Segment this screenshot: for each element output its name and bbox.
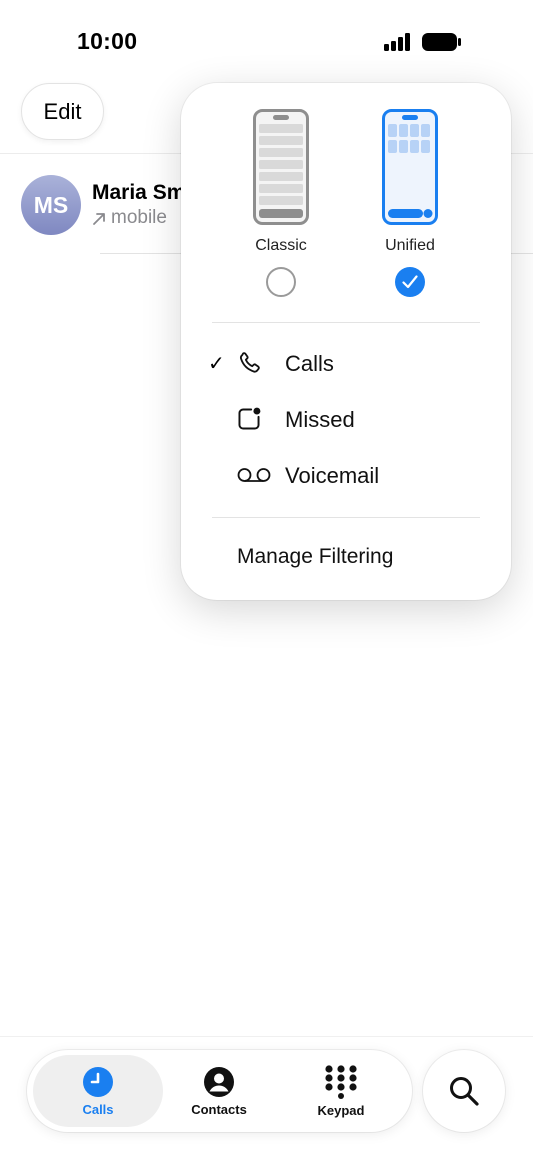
- keypad-icon: [325, 1064, 357, 1099]
- avatar: MS: [21, 175, 81, 235]
- layout-option-unified[interactable]: Unified: [360, 109, 460, 299]
- unified-radio[interactable]: [395, 267, 425, 297]
- missed-badge-icon: [238, 407, 261, 430]
- classic-radio[interactable]: [266, 267, 296, 297]
- contact-name: Maria Sm: [92, 181, 186, 204]
- filter-item-voicemail[interactable]: Voicemail: [206, 452, 486, 500]
- tab-keypad[interactable]: Keypad: [281, 1055, 401, 1127]
- selected-check-icon: ✓: [208, 353, 225, 375]
- status-icons: [384, 32, 462, 52]
- filter-label-calls: Calls: [285, 351, 334, 376]
- layout-label-unified: Unified: [385, 237, 435, 254]
- filter-popover: Classic Unified ✓ Calls Missed Voicemail…: [181, 83, 511, 600]
- classic-layout-icon: [253, 109, 309, 225]
- layout-label-classic: Classic: [255, 237, 307, 254]
- call-type: mobile: [92, 207, 167, 229]
- tab-label-calls: Calls: [82, 1101, 114, 1117]
- filter-item-missed[interactable]: Missed: [206, 396, 486, 444]
- search-button[interactable]: [423, 1050, 505, 1132]
- edit-button[interactable]: Edit: [21, 83, 104, 140]
- tab-contacts[interactable]: Contacts: [159, 1055, 279, 1127]
- tab-label-contacts: Contacts: [191, 1101, 247, 1117]
- voicemail-icon: [237, 468, 271, 482]
- signal-icon: [384, 33, 410, 51]
- status-bar: 10:00: [0, 0, 533, 80]
- battery-icon: [422, 33, 461, 51]
- tab-bar: Calls Contacts Keypad: [27, 1050, 412, 1132]
- layout-option-classic[interactable]: Classic: [231, 109, 331, 299]
- clock-icon: [83, 1066, 113, 1097]
- person-circle-icon: [204, 1066, 234, 1097]
- status-time: 10:00: [77, 28, 138, 54]
- filter-label-voicemail: Voicemail: [285, 463, 380, 488]
- filter-label-missed: Missed: [285, 407, 355, 432]
- tab-calls[interactable]: Calls: [33, 1055, 163, 1127]
- call-type-label: mobile: [111, 207, 167, 228]
- outgoing-arrow-icon: [93, 212, 105, 225]
- popover-divider: [212, 322, 480, 323]
- unified-layout-icon: [382, 109, 438, 225]
- popover-divider: [212, 517, 480, 518]
- tab-label-keypad: Keypad: [317, 1102, 365, 1118]
- search-icon: [450, 1077, 479, 1106]
- checkmark-icon: [402, 275, 418, 289]
- tab-bar-divider: [0, 1036, 533, 1037]
- manage-filtering-button[interactable]: Manage Filtering: [237, 545, 393, 569]
- filter-item-calls[interactable]: ✓ Calls: [206, 340, 486, 388]
- phone-icon: [240, 352, 260, 373]
